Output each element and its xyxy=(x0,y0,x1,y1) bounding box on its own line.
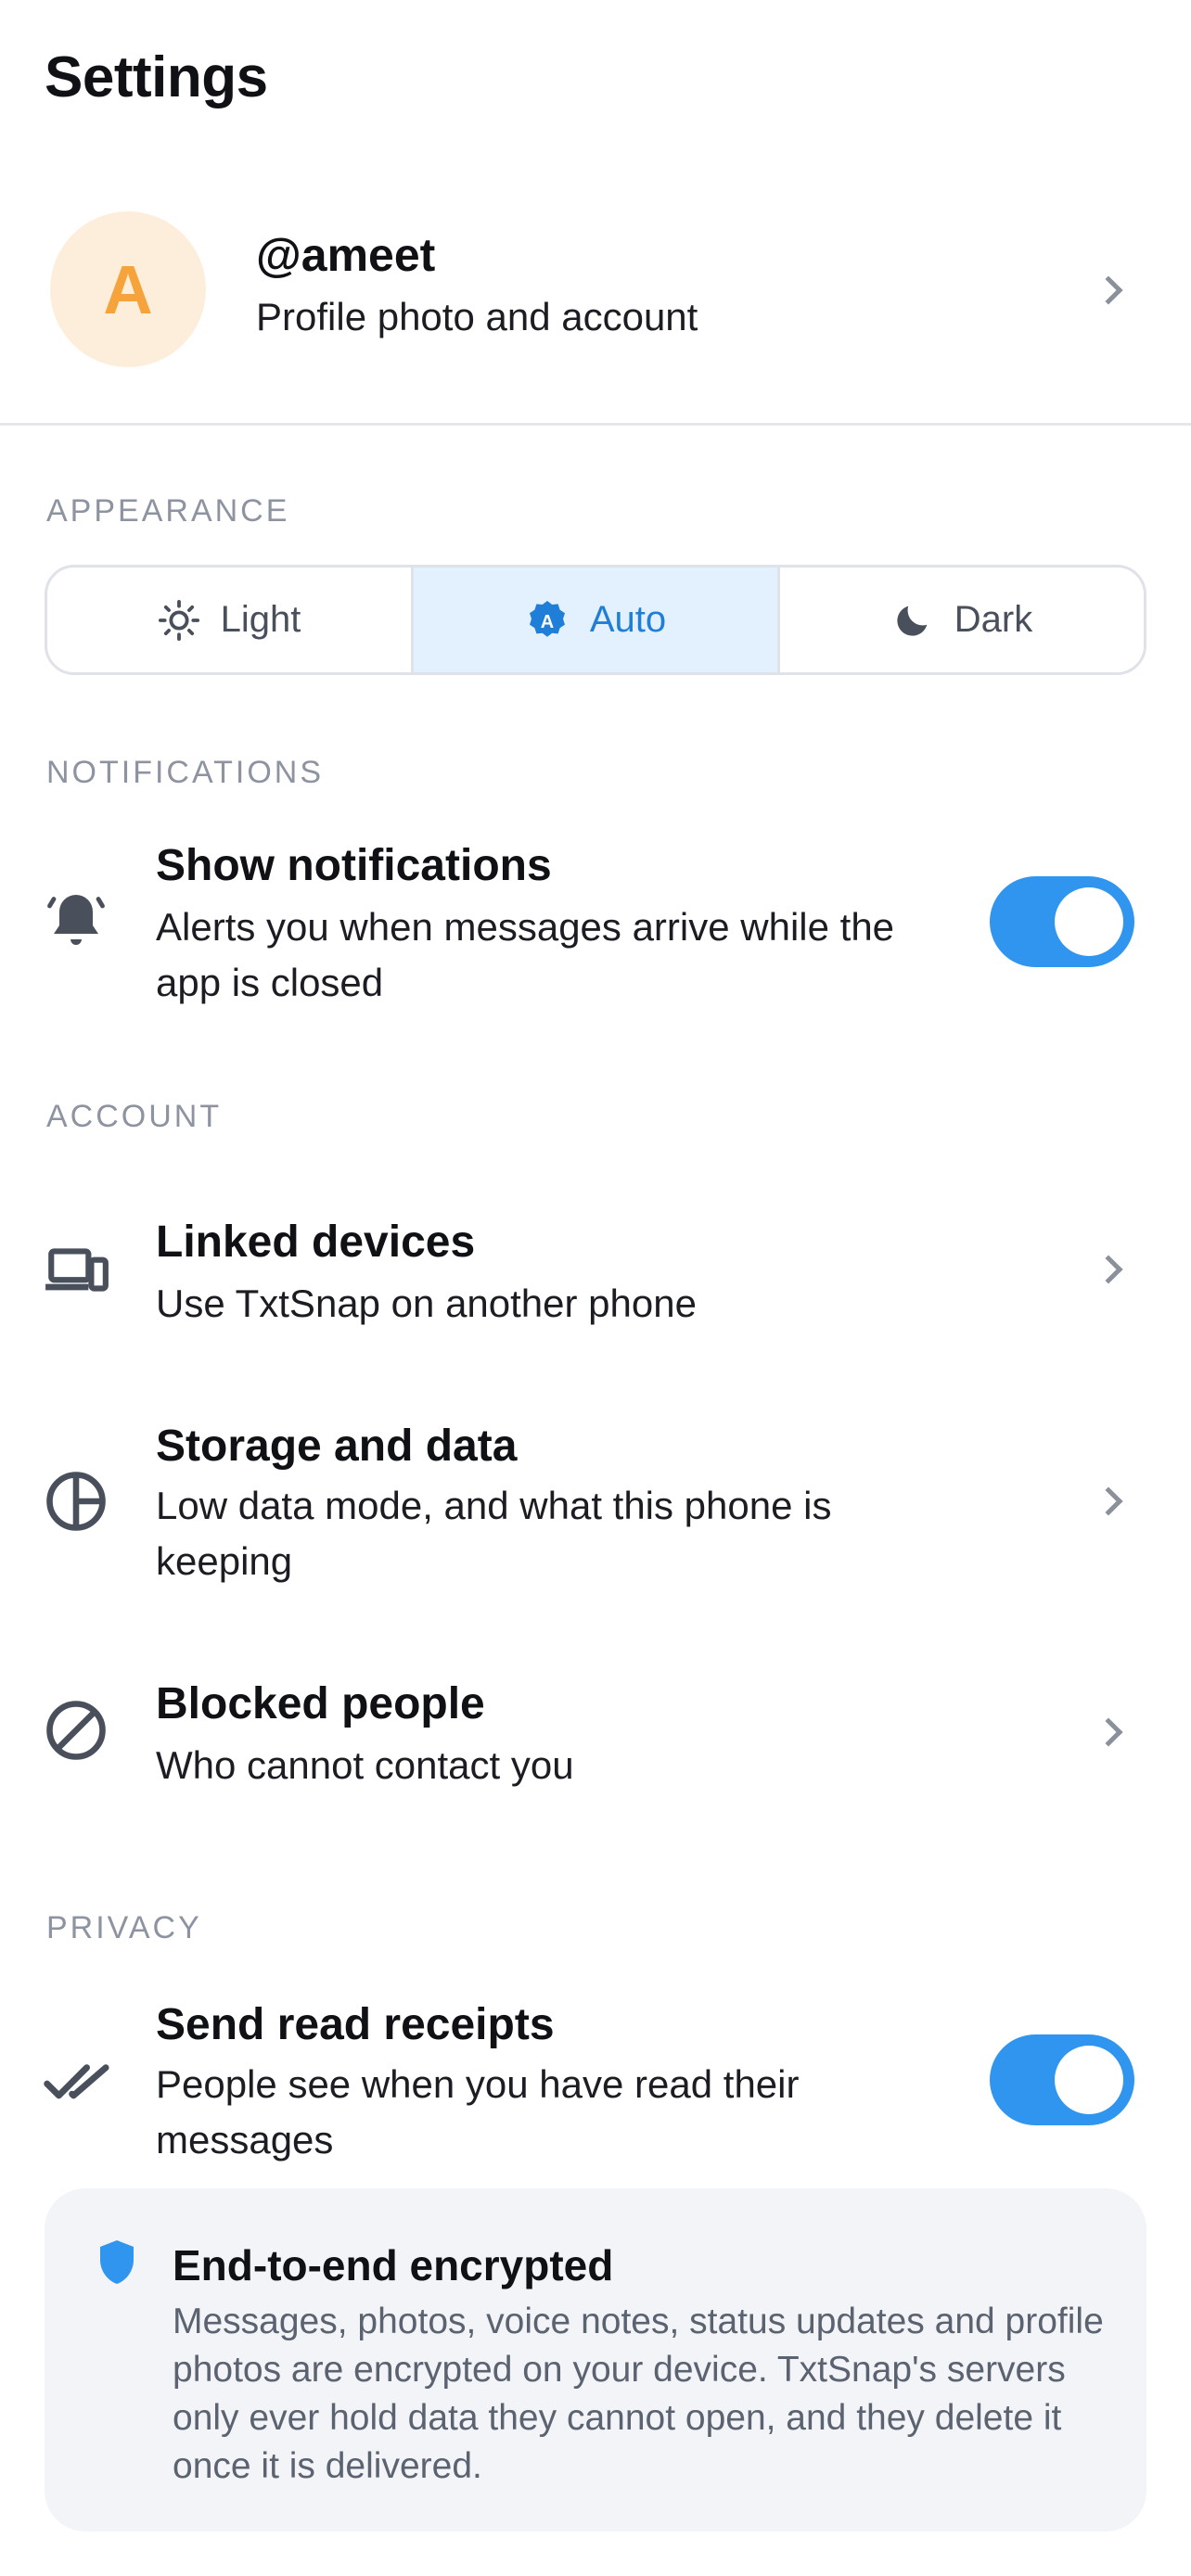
double-check-icon xyxy=(44,2064,109,2099)
chevron-right-icon xyxy=(1094,1486,1123,1516)
section-label-privacy: PRIVACY xyxy=(46,1910,202,1945)
read-receipts-subtitle: People see when you have read their mess… xyxy=(156,2062,800,2162)
section-label-notifications: NOTIFICATIONS xyxy=(46,755,325,790)
storage-and-data-subtitle: Low data mode, and what this phone is ke… xyxy=(156,1484,832,1583)
page-title: Settings xyxy=(45,45,268,109)
show-notifications-subtitle: Alerts you when messages arrive while th… xyxy=(156,905,895,1004)
appearance-option-light-label: Light xyxy=(220,599,301,640)
appearance-option-auto-label: Auto xyxy=(589,599,667,640)
sun-icon xyxy=(158,599,199,641)
section-label-account: ACCOUNT xyxy=(46,1099,223,1134)
toggle-knob xyxy=(1055,2046,1123,2114)
linked-devices-subtitle: Use TxtSnap on another phone xyxy=(156,1282,697,1325)
appearance-option-auto[interactable]: A Auto xyxy=(414,567,780,672)
appearance-option-dark-label: Dark xyxy=(954,599,1033,640)
avatar: A xyxy=(50,211,206,367)
profile-username: @ameet xyxy=(256,229,436,281)
blocked-people-title: Blocked people xyxy=(156,1679,485,1728)
profile-subtitle: Profile photo and account xyxy=(256,295,698,338)
pie-chart-icon xyxy=(46,1472,106,1531)
chevron-right-icon xyxy=(1094,1255,1123,1284)
profile-row[interactable]: A @ameet Profile photo and account xyxy=(0,185,1191,425)
read-receipts-title: Send read receipts xyxy=(156,2000,555,2049)
encryption-title: End-to-end encrypted xyxy=(173,2241,614,2289)
linked-devices-title: Linked devices xyxy=(156,1218,476,1267)
encryption-info-card: End-to-end encrypted Messages, photos, v… xyxy=(45,2188,1146,2531)
storage-and-data-title: Storage and data xyxy=(156,1422,518,1471)
chevron-right-icon xyxy=(1094,275,1123,305)
blocked-people-subtitle: Who cannot contact you xyxy=(156,1743,574,1787)
encryption-body: Messages, photos, voice notes, status up… xyxy=(173,2302,1104,2486)
devices-icon xyxy=(45,1248,109,1292)
moon-icon xyxy=(897,606,928,636)
chevron-right-icon xyxy=(1094,1717,1123,1747)
appearance-option-light[interactable]: Light xyxy=(47,567,414,672)
appearance-option-dark[interactable]: Dark xyxy=(780,567,1144,672)
section-label-appearance: APPEARANCE xyxy=(46,493,290,529)
show-notifications-title: Show notifications xyxy=(156,841,552,890)
divider xyxy=(0,423,1191,426)
bell-icon xyxy=(47,895,105,945)
shield-icon xyxy=(100,2240,134,2284)
appearance-segmented-control: Light A Auto Dark xyxy=(45,565,1146,675)
block-icon xyxy=(46,1701,106,1760)
show-notifications-toggle[interactable] xyxy=(990,876,1134,967)
read-receipts-toggle[interactable] xyxy=(990,2034,1134,2125)
svg-text:A: A xyxy=(541,612,554,632)
toggle-knob xyxy=(1055,887,1123,956)
auto-badge-icon: A xyxy=(529,600,565,637)
